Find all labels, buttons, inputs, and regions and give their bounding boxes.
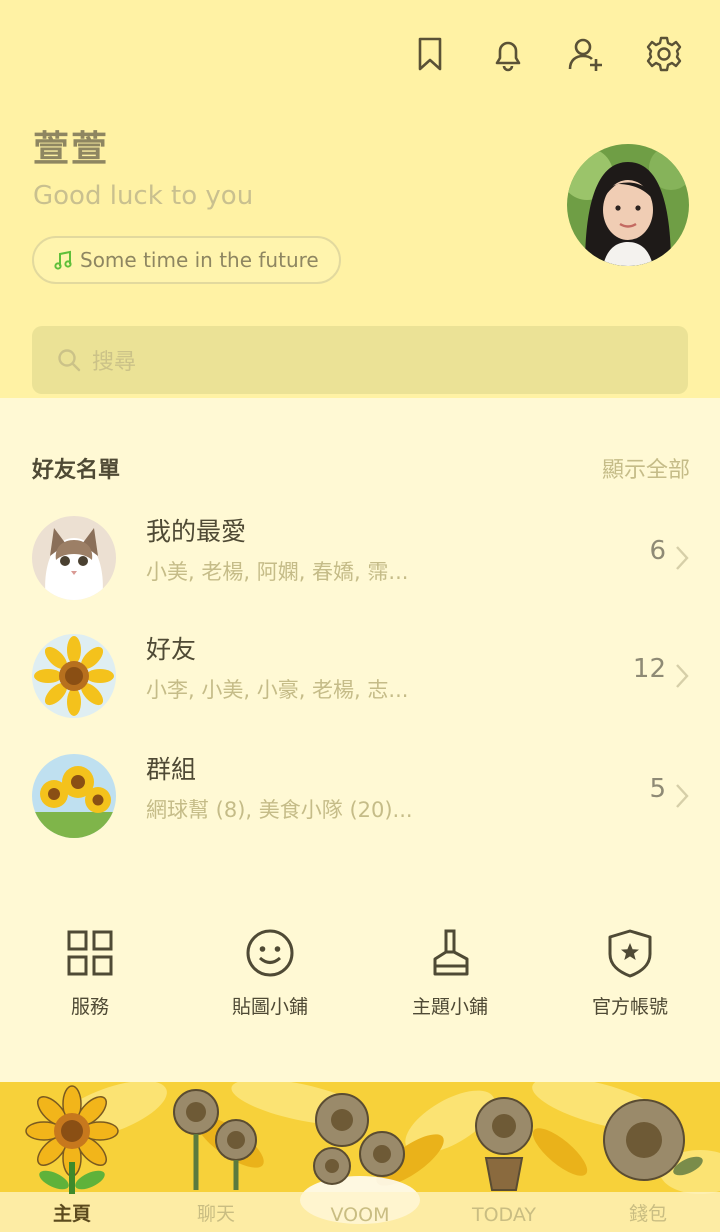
friend-group-favorites[interactable]: 我的最愛 小美, 老楊, 阿嫻, 春嬌, 霈... 6 [0, 504, 720, 616]
friend-group-members: 小美, 老楊, 阿嫻, 春嬌, 霈... [146, 560, 409, 584]
official-accounts-button[interactable]: 官方帳號 [540, 926, 720, 1019]
friend-group-count: 12 [632, 654, 666, 684]
friends-avatar [32, 634, 116, 718]
tab-chats-label: 聊天 [196, 1203, 235, 1225]
settings-button[interactable] [644, 34, 684, 74]
official-accounts-label: 官方帳號 [591, 996, 668, 1018]
tab-wallet-label: 錢包 [628, 1203, 667, 1225]
chevron-right-icon [676, 546, 689, 570]
bookmark-icon [418, 37, 442, 71]
add-friend-button[interactable] [566, 34, 606, 74]
smiley-icon [246, 929, 294, 977]
gear-icon [646, 36, 682, 72]
header-actions [410, 34, 684, 74]
friend-group-count: 5 [649, 774, 666, 804]
service-button[interactable]: 服務 [0, 926, 180, 1019]
tab-today-label: TODAY [472, 1204, 536, 1226]
paint-brush-icon [433, 929, 469, 976]
friend-group-members: 網球幫 (8), 美食小隊 (20)... [146, 798, 413, 822]
groups-avatar [32, 754, 116, 838]
friend-group-friends[interactable]: 好友 小李, 小美, 小豪, 老楊, 志... 12 [0, 622, 720, 734]
friend-list-title: 好友名單 [32, 458, 121, 483]
bell-icon [495, 41, 521, 72]
friend-group-count: 6 [649, 536, 666, 566]
music-note-icon [54, 250, 72, 270]
shield-star-icon [608, 929, 652, 978]
profile-music-label: Some time in the future [80, 248, 319, 272]
bookmark-button[interactable] [410, 34, 450, 74]
bottom-tab-bar: 主頁 聊天 VOOM TODAY 錢包 [0, 1082, 720, 1232]
sticker-shop-button[interactable]: 貼圖小鋪 [180, 926, 360, 1019]
grid-icon [67, 930, 113, 976]
tab-chats[interactable]: 聊天 [144, 1082, 288, 1232]
friend-group-groups[interactable]: 群組 網球幫 (8), 美食小隊 (20)... 5 [0, 742, 720, 854]
favorites-avatar [32, 516, 116, 600]
show-all-link[interactable]: 顯示全部 [602, 452, 690, 484]
tab-wallet[interactable]: 錢包 [576, 1082, 720, 1232]
service-label: 服務 [70, 996, 109, 1018]
sticker-shop-label: 貼圖小鋪 [231, 996, 308, 1018]
add-friend-icon [568, 38, 602, 71]
friend-group-name: 群組 [146, 755, 197, 784]
search-icon [58, 349, 81, 372]
profile-music-button[interactable]: Some time in the future [32, 236, 341, 284]
profile-status-message[interactable]: Good luck to you [33, 181, 253, 211]
tab-today[interactable]: TODAY [432, 1082, 576, 1232]
theme-shop-button[interactable]: 主題小鋪 [360, 926, 540, 1019]
friend-group-members: 小李, 小美, 小豪, 老楊, 志... [146, 678, 409, 702]
tab-home-label: 主頁 [52, 1203, 91, 1225]
tab-home[interactable]: 主頁 [0, 1082, 144, 1232]
search-bar[interactable]: 搜尋 [32, 326, 688, 394]
profile-avatar[interactable] [567, 144, 689, 266]
search-placeholder: 搜尋 [92, 350, 137, 375]
profile-name[interactable]: 萱萱 [33, 120, 109, 172]
notifications-button[interactable] [488, 34, 528, 74]
tab-voom[interactable]: VOOM [288, 1082, 432, 1232]
tab-voom-label: VOOM [330, 1204, 390, 1226]
profile-photo [567, 144, 689, 266]
chevron-right-icon [676, 664, 689, 688]
chevron-right-icon [676, 784, 689, 808]
friend-group-name: 我的最愛 [146, 517, 247, 546]
friend-group-name: 好友 [146, 635, 197, 664]
theme-shop-label: 主題小鋪 [411, 996, 488, 1018]
